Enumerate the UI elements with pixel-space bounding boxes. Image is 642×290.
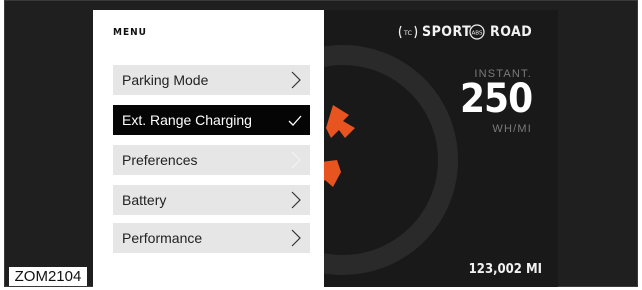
chevron-right-icon [291, 229, 301, 247]
figure-id-label: ZOM2104 [9, 267, 87, 286]
menu-item-label: Parking Mode [122, 72, 209, 88]
abs-mode-label: ROAD [490, 24, 533, 40]
menu-title: MENU [113, 27, 147, 38]
abs-badge-text: ABS [472, 31, 483, 37]
ride-mode-status: TC SPORT [398, 22, 471, 42]
menu-item-preferences[interactable]: Preferences [113, 145, 310, 175]
menu-item-label: Battery [122, 192, 167, 208]
traction-control-icon: TC [398, 25, 418, 39]
menu-item-battery[interactable]: Battery [113, 185, 310, 215]
menu-item-parking-mode[interactable]: Parking Mode [113, 65, 310, 95]
efficiency-unit: WH/MI [492, 123, 532, 135]
menu-item-label: Ext. Range Charging [122, 112, 252, 128]
abs-icon: ABS [469, 24, 485, 40]
chevron-right-icon [291, 151, 301, 169]
ride-mode-label: SPORT [422, 24, 472, 40]
checkmark-icon [288, 115, 302, 126]
menu-item-ext-range-charging[interactable]: Ext. Range Charging [113, 105, 310, 135]
menu-item-label: Performance [122, 230, 203, 246]
chevron-right-icon [291, 191, 301, 209]
tc-badge-text: TC [403, 29, 413, 37]
abs-mode-status: ABS ROAD [468, 22, 532, 42]
menu-panel: MENU Parking Mode Ext. Range Charging Pr… [93, 10, 324, 287]
chevron-right-icon [291, 71, 301, 89]
menu-item-performance[interactable]: Performance [113, 223, 310, 253]
odometer: 123,002 MI [468, 262, 542, 277]
efficiency-value: 250 [460, 76, 533, 122]
menu-item-label: Preferences [122, 152, 198, 168]
